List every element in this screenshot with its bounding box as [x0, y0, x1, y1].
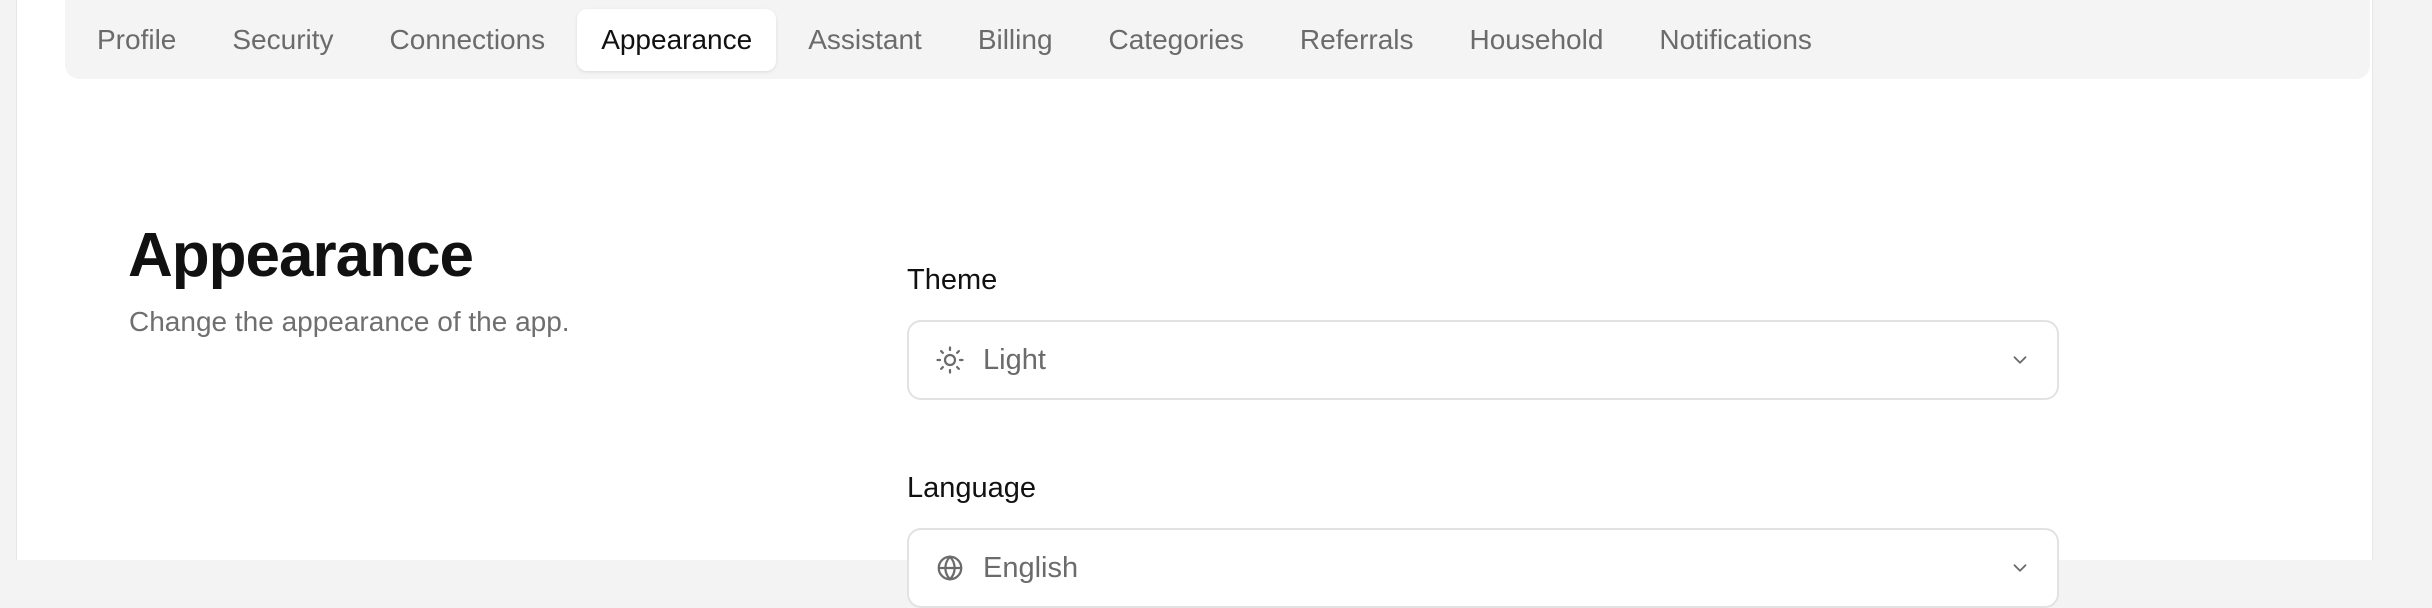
tab-household[interactable]: Household [1446, 9, 1628, 71]
tab-billing[interactable]: Billing [954, 9, 1077, 71]
globe-icon [933, 551, 967, 585]
language-label: Language [907, 472, 1037, 504]
theme-select[interactable]: Light [907, 320, 2059, 400]
language-value: English [983, 551, 1079, 584]
sun-icon [933, 343, 967, 377]
tab-profile[interactable]: Profile [73, 9, 200, 71]
tab-connections[interactable]: Connections [366, 9, 570, 71]
page-subtitle: Change the appearance of the app. [129, 306, 570, 337]
page-title: Appearance [128, 221, 474, 290]
tab-categories[interactable]: Categories [1085, 9, 1268, 71]
chevron-down-icon [2007, 555, 2033, 581]
tab-referrals[interactable]: Referrals [1276, 9, 1438, 71]
chevron-down-icon [2007, 347, 2033, 373]
settings-panel: Profile Security Connections Appearance … [16, 0, 2373, 608]
tab-assistant[interactable]: Assistant [784, 9, 946, 71]
language-select[interactable]: English [907, 528, 2059, 608]
tab-security[interactable]: Security [208, 9, 357, 71]
tab-appearance[interactable]: Appearance [577, 8, 777, 71]
theme-label: Theme [907, 264, 998, 296]
settings-tabs: Profile Security Connections Appearance … [65, 0, 2370, 79]
theme-value: Light [983, 343, 1046, 376]
tab-notifications[interactable]: Notifications [1635, 9, 1836, 71]
